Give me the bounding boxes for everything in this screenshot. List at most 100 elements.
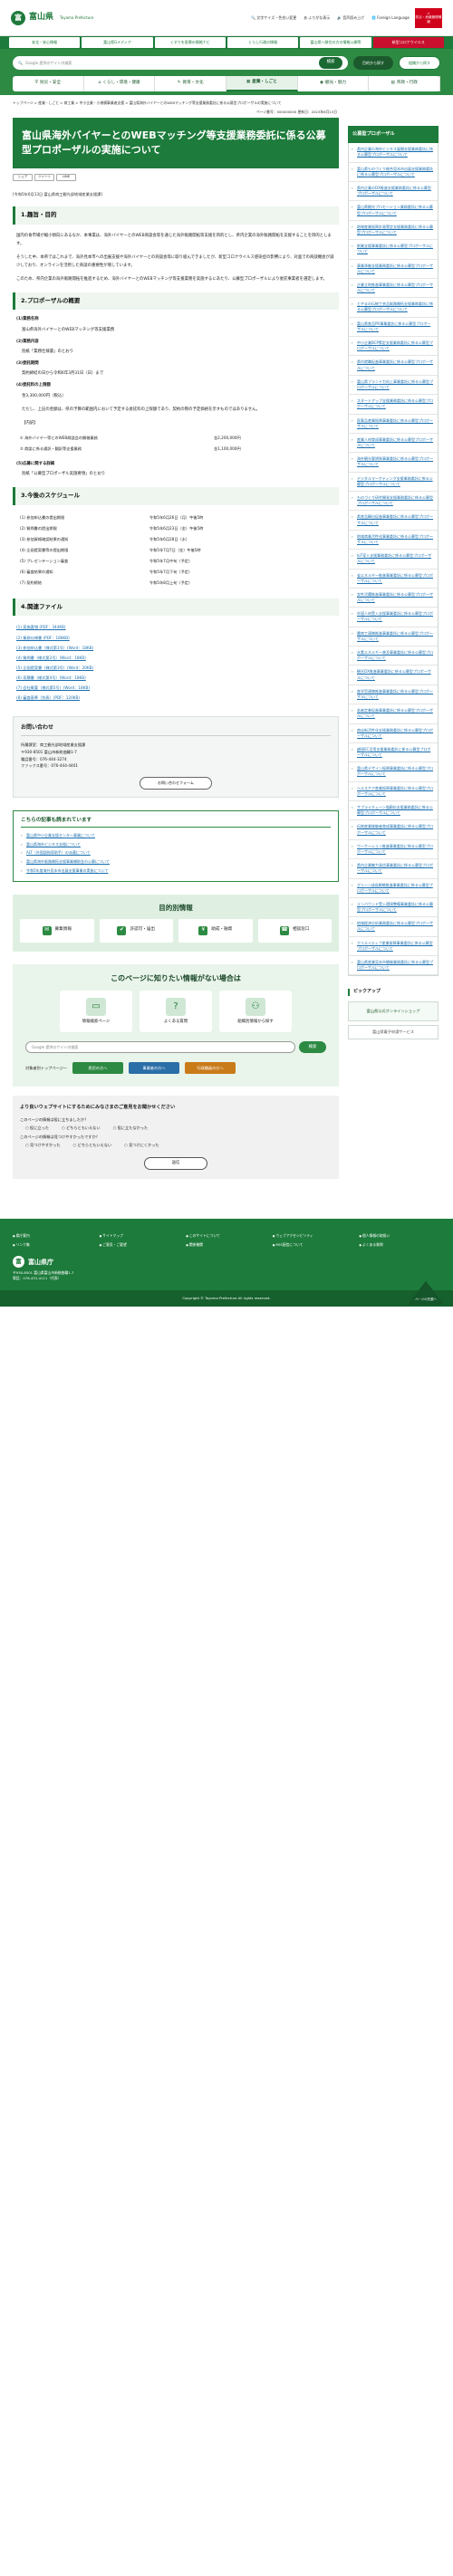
sidebar-link[interactable]: 企業立地推進事業委託に係る公募型プロポーザルについて — [349, 279, 438, 299]
survey-radio[interactable]: 見つけにくかった — [124, 1143, 159, 1148]
share-twitter-button[interactable]: ツイート — [34, 174, 54, 182]
main-nav-item[interactable]: ▤ 県政・行政 — [369, 76, 441, 91]
survey-submit-button[interactable]: 送信 — [144, 1157, 207, 1171]
top-nav-item[interactable]: 富山県へ移住の方の情報公開等 — [300, 37, 371, 48]
sidebar-link[interactable]: 中小企業BCP策定支援業務委託に係る公募型プロポーザルについて — [349, 337, 438, 357]
purpose-item-recruit[interactable]: ✉ 募集情報 — [20, 918, 94, 943]
file-link[interactable]: (5) 企画提案書（様式第3号）(Word：20KB) — [16, 663, 335, 673]
sidebar-link[interactable]: 事業承継支援業務委託に係る公募型プロポーザルについて — [349, 260, 438, 279]
purpose-item-consult[interactable]: ☎ 相談窓口 — [257, 918, 332, 943]
sidebar-link[interactable]: 女性活躍推進事業委託に係る公募型プロポーザルについて — [349, 589, 438, 608]
sidebar-link[interactable]: とやまの伝統工芸品販路開拓支援業務委託に係る公募型プロポーザルについて — [349, 298, 438, 318]
footer-link[interactable]: RSS配信について — [273, 1242, 354, 1248]
header-link-text-size[interactable]: 🔍 文字サイズ・色合い変更 — [251, 15, 296, 21]
related-link[interactable]: 富山県海外販路開拓支援事業補助金の公募について — [21, 857, 331, 867]
sidebar-link[interactable]: クリエイティブ産業振興事業委託に係る公募型プロポーザルについて — [349, 937, 438, 956]
main-nav-item[interactable]: ◉ 観光・魅力 — [298, 76, 370, 91]
sidebar-link[interactable]: 地域産業振興計画策定支援業務委託に係る公募型プロポーザルについて — [349, 221, 438, 241]
share-line-button[interactable]: LINE — [56, 174, 76, 182]
find-item-faq[interactable]: ? よくある質問 — [140, 991, 212, 1033]
audience-residents-button[interactable]: 県民の方へ — [72, 1062, 123, 1075]
footer-link[interactable]: サイトマップ — [100, 1233, 181, 1239]
sidebar-link[interactable]: 富山県観光プロモーション業務委託に係る公募型プロポーザルについて — [349, 201, 438, 221]
survey-radio[interactable]: どちらともいえない — [62, 1125, 101, 1131]
main-nav-item[interactable]: ⛨ 防災・安全 — [13, 76, 84, 91]
survey-radio[interactable]: 役に立った — [25, 1125, 49, 1131]
audience-staff-button[interactable]: 行政職員の方へ — [184, 1062, 236, 1075]
sidebar-link[interactable]: 越境EC活用支援業務委託に係る公募型プロポーザルについて — [349, 743, 438, 763]
sidebar-link[interactable]: スタートアップ支援業務委託に係る公募型プロポーザルについて — [349, 395, 438, 415]
sidebar-link[interactable]: 農商工連携推進事業委託に係る公募型プロポーザルについて — [349, 627, 438, 646]
sidebar-link[interactable]: 海外観光客誘致事業委託に係る公募型プロポーザルについて — [349, 453, 438, 473]
sidebar-link[interactable]: 産業人材育成事業委託に係る公募型プロポーザルについて — [349, 434, 438, 454]
related-link[interactable]: 富山県海外ビジネス支援について — [21, 840, 331, 849]
share-facebook-button[interactable]: シェア — [13, 174, 33, 182]
header-link-speech[interactable]: 🔊 音声読み上げ — [337, 15, 364, 21]
pickup-banner[interactable]: 富山県電子申請サービス — [348, 1024, 439, 1039]
header-link-language[interactable]: 🌐 Foreign Language — [371, 15, 410, 21]
find-item-search-page[interactable]: ▭ 情報検索ページ — [60, 991, 132, 1033]
file-link[interactable]: (2) 業務仕様書 (PDF：188KB) — [16, 633, 335, 643]
related-link[interactable]: ALT（外国語指導助手）の派遣について — [21, 848, 331, 857]
sidebar-link[interactable]: デジタルマーケティング支援業務委託に係る公募型プロポーザルについて — [349, 473, 438, 492]
contact-form-button[interactable]: お問い合わせフォーム — [140, 776, 212, 790]
related-link[interactable]: 富山県中小企業支援センター事業について — [21, 831, 331, 840]
sidebar-link[interactable]: 富山県ブランド力向上事業委託に係る公募型プロポーザルについて — [349, 376, 438, 396]
footer-link[interactable]: リンク集 — [13, 1242, 94, 1248]
sidebar-link[interactable]: 医薬品産業振興事業委託に係る公募型プロポーザルについて — [349, 415, 438, 434]
find-search-button[interactable]: 検索 — [299, 1041, 326, 1054]
sidebar-link[interactable]: 産学官連携推進事業委託に係る公募型プロポーザルについて — [349, 685, 438, 705]
top-nav-item-covid[interactable]: 新型コロナウイルス — [372, 37, 444, 48]
sidebar-link[interactable]: 若者定着促進事業委託に係る公募型プロポーザルについて — [349, 704, 438, 724]
top-nav-item[interactable]: 富山県Gメディア — [82, 37, 153, 48]
sidebar-link[interactable]: 水素エネルギー普及事業委託に係る公募型プロポーザルについて — [349, 646, 438, 666]
related-link[interactable]: 令和5年度海外見本市出展支援事業の実施について — [21, 867, 331, 876]
site-logo[interactable]: 富 富山県 Toyama Prefecture — [11, 10, 93, 25]
footer-link[interactable]: 関係機関 — [186, 1242, 267, 1248]
sidebar-link[interactable]: 地域経済分析業務委託に係る公募型プロポーザルについて — [349, 917, 438, 937]
purpose-item-subsidy[interactable]: ¥ 助成・融資 — [178, 918, 253, 943]
survey-radio[interactable]: どちらともいえない — [73, 1143, 112, 1148]
sidebar-link[interactable]: 県内企業の海外ビジネス展開支援業務委託に係る公募型プロポーザルについて — [349, 143, 438, 163]
breadcrumb[interactable]: トップページ > 産業・しごと > 商工業 > 中小企業・小規模事業者支援 > … — [0, 95, 453, 108]
file-link[interactable]: (1) 実施要領 (PDF：344KB) — [16, 623, 335, 633]
sidebar-link[interactable]: 創業支援事業委託に係る公募型プロポーザルについて — [349, 240, 438, 260]
sidebar-link[interactable]: 県内企業魅力発信事業委託に係る公募型プロポーザルについて — [349, 859, 438, 879]
sidebar-link[interactable]: IoT導入支援業務委託に係る公募型プロポーザルについて — [349, 550, 438, 570]
sidebar-link[interactable]: ものづくり研究開発支援業務委託に係る公募型プロポーザルについて — [349, 492, 438, 512]
org-search-button[interactable]: 組織から探す — [399, 56, 440, 70]
file-link[interactable]: (3) 参加申込書（様式第1号）(Word：18KB) — [16, 643, 335, 653]
sidebar-link[interactable]: 商店街活性化支援業務委託に係る公募型プロポーザルについて — [349, 724, 438, 743]
sidebar-link[interactable]: 富山県産業見本市開催業務委託に係る公募型プロポーザルについて — [349, 956, 438, 976]
sidebar-link[interactable]: インバウンド受入環境整備事業委託に係る公募型プロポーザルについて — [349, 898, 438, 918]
sidebar-link[interactable]: 富山県産品PR事業委託に係る公募型プロポーザルについて — [349, 318, 438, 337]
footer-link[interactable]: 個人情報の取扱い — [359, 1233, 440, 1239]
sidebar-link[interactable]: 観光DX推進事業委託に係る公募型プロポーザルについて — [349, 666, 438, 685]
find-item-org[interactable]: ⚇ 組織別情報から探す — [219, 991, 292, 1033]
top-nav-item[interactable]: 安全・安心情報 — [9, 37, 81, 48]
sidebar-link[interactable]: 省エネルギー推進事業委託に係る公募型プロポーザルについて — [349, 570, 438, 589]
sidebar-link[interactable]: 外国人材受入支援事業委託に係る公募型プロポーザルについて — [349, 608, 438, 627]
purpose-search-button[interactable]: 目的から探す — [353, 56, 393, 70]
file-link[interactable]: (6) 見積書（様式第4号）(Word：18KB) — [16, 673, 335, 683]
main-nav-item-current[interactable]: ▦ 産業・しごと — [226, 76, 298, 91]
search-input[interactable]: 🔍 Google 提供のサイト内検索 検索 — [13, 56, 348, 70]
search-button[interactable]: 検索 — [319, 57, 342, 69]
sidebar-link[interactable]: ワーケーション推進事業委託に係る公募型プロポーザルについて — [349, 840, 438, 860]
file-link[interactable]: (7) 会社概要（様式第5号）(Word：18KB) — [16, 684, 335, 694]
footer-link[interactable]: このサイトについて — [186, 1233, 267, 1239]
survey-radio[interactable]: 役に立たなかった — [113, 1125, 149, 1131]
sidebar-link[interactable]: 富山県デザイン振興事業委託に係る公募型プロポーザルについて — [349, 762, 438, 782]
sidebar-link[interactable]: 県産品輸出促進事業委託に係る公募型プロポーザルについて — [349, 511, 438, 531]
sidebar-link[interactable]: 伝統産業後継者育成事業委託に係る公募型プロポーザルについて — [349, 820, 438, 840]
emergency-button[interactable]: ⚠ 防災・危機管理情報 — [415, 7, 442, 28]
sidebar-link[interactable]: 県内企業のDX推進支援業務委託に係る公募型プロポーザルについて — [349, 182, 438, 202]
find-search-input[interactable]: Google 提供のサイト内検索 — [25, 1041, 295, 1054]
footer-link[interactable]: 県庁案内 — [13, 1233, 94, 1239]
sidebar-link[interactable]: 地域商業活性化事業委託に係る公募型プロポーザルについて — [349, 531, 438, 551]
purpose-item-permit[interactable]: ✔ 許認可・届出 — [99, 918, 173, 943]
sidebar-link[interactable]: グリーン成長戦略推進事業委託に係る公募型プロポーザルについて — [349, 879, 438, 898]
top-nav-item[interactable]: くすりを医療の情報ナビ — [154, 37, 226, 48]
audience-business-button[interactable]: 事業者の方へ — [128, 1062, 179, 1075]
pickup-banner[interactable]: 富山県公式オンラインショップ — [348, 1001, 439, 1021]
